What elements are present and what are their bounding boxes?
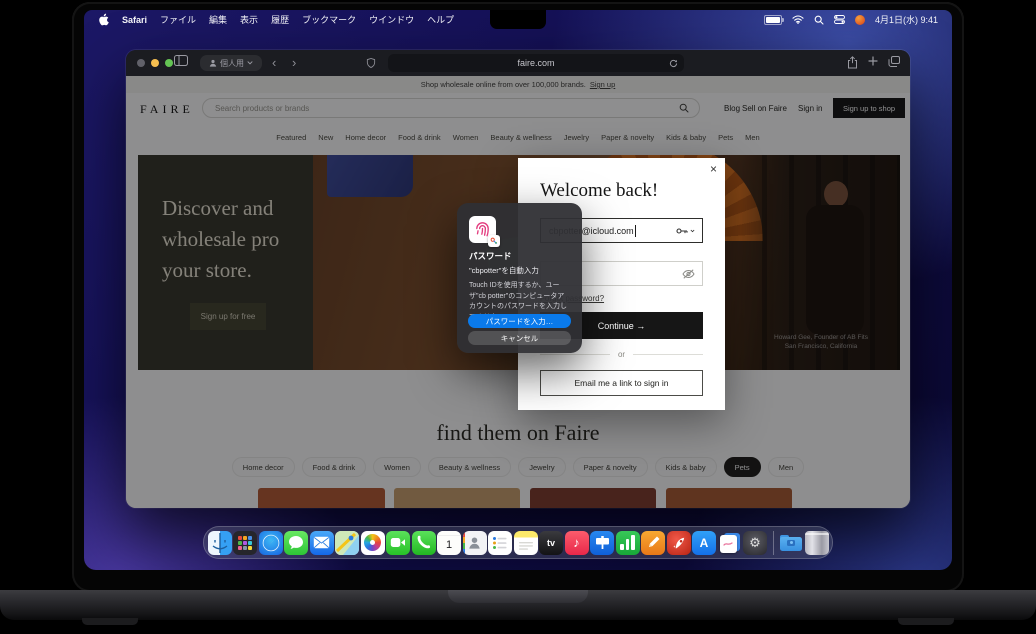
- music-icon[interactable]: ♪: [565, 531, 589, 555]
- person-icon: [209, 59, 217, 67]
- battery-icon[interactable]: [764, 15, 782, 25]
- contacts-icon[interactable]: [463, 531, 487, 555]
- phone-icon[interactable]: [412, 531, 436, 555]
- reload-icon[interactable]: [669, 59, 678, 68]
- touchid-autofill-line: "cbpotter"を自動入力: [469, 265, 539, 276]
- app-store-icon[interactable]: A: [692, 531, 716, 555]
- close-window-button[interactable]: [137, 59, 145, 67]
- menu-edit[interactable]: 編集: [209, 13, 227, 26]
- share-icon[interactable]: [847, 56, 858, 69]
- user-avatar-icon[interactable]: [855, 15, 865, 25]
- safari-toolbar: 個人用 ‹ › faire.com: [126, 50, 910, 77]
- tv-label: tv: [547, 538, 555, 548]
- finder-icon[interactable]: [208, 531, 232, 555]
- address-bar[interactable]: faire.com: [388, 54, 684, 72]
- new-tab-icon[interactable]: [868, 56, 878, 66]
- back-button[interactable]: ‹: [272, 56, 276, 69]
- screenshots-folder-icon[interactable]: [779, 531, 803, 555]
- menu-view[interactable]: 表示: [240, 13, 258, 26]
- minimize-window-button[interactable]: [151, 59, 159, 67]
- text-caret: [635, 225, 636, 237]
- privacy-shield-icon[interactable]: [366, 57, 376, 69]
- menu-file[interactable]: ファイル: [160, 13, 196, 26]
- photos-icon[interactable]: [361, 531, 385, 555]
- profile-switcher[interactable]: 個人用: [200, 55, 262, 71]
- email-link-button[interactable]: Email me a link to sign in: [540, 370, 703, 396]
- menu-help[interactable]: ヘルプ: [427, 13, 454, 26]
- system-settings-icon[interactable]: ⚙: [743, 531, 767, 555]
- reminders-icon[interactable]: [488, 531, 512, 555]
- laptop-foot-left: [82, 618, 138, 625]
- pages-icon[interactable]: [641, 531, 665, 555]
- touchid-title: パスワード: [469, 250, 512, 262]
- facetime-icon[interactable]: [386, 531, 410, 555]
- apple-tv-icon[interactable]: tv: [539, 531, 563, 555]
- desktop: Safari ファイル 編集 表示 履歴 ブックマーク ウインドウ ヘルプ: [84, 10, 952, 570]
- forward-button[interactable]: ›: [292, 56, 296, 69]
- calendar-day: 1: [446, 536, 452, 555]
- laptop-base: [0, 590, 1036, 620]
- cancel-button[interactable]: キャンセル: [468, 331, 571, 345]
- menu-history[interactable]: 履歴: [271, 13, 289, 26]
- lid-open-notch: [448, 590, 588, 603]
- numbers-icon[interactable]: [616, 531, 640, 555]
- modal-title: Welcome back!: [540, 180, 658, 202]
- safari-icon[interactable]: [259, 531, 283, 555]
- menu-clock[interactable]: 4月1日(水) 9:41: [875, 13, 938, 26]
- maps-icon[interactable]: [335, 531, 359, 555]
- touchid-dialog: パスワード "cbpotter"を自動入力 Touch IDを使用するか、ユーザ…: [457, 203, 582, 353]
- apple-menu-icon[interactable]: [98, 13, 109, 26]
- dock: 1 tv ♪: [203, 526, 833, 559]
- show-password-icon[interactable]: [682, 269, 695, 279]
- tab-overview-icon[interactable]: [888, 56, 900, 67]
- touchid-fingerprint-icon: [469, 216, 496, 243]
- url-text: faire.com: [517, 58, 554, 68]
- close-icon[interactable]: ×: [710, 162, 717, 176]
- chevron-down-icon: [247, 61, 253, 65]
- notes-icon[interactable]: [514, 531, 538, 555]
- calendar-icon[interactable]: 1: [437, 531, 461, 555]
- macbook-scene: Safari ファイル 編集 表示 履歴 ブックマーク ウインドウ ヘルプ: [0, 0, 1036, 634]
- menu-window[interactable]: ウインドウ: [369, 13, 414, 26]
- trash-icon[interactable]: [805, 531, 829, 555]
- zoom-window-button[interactable]: [165, 59, 173, 67]
- menu-bookmarks[interactable]: ブックマーク: [302, 13, 356, 26]
- wifi-icon[interactable]: [792, 15, 804, 24]
- laptop-foot-right: [898, 618, 954, 625]
- launchpad-icon[interactable]: [233, 531, 257, 555]
- passwords-app-badge-icon: [488, 235, 500, 247]
- chevron-down-icon: [690, 229, 695, 233]
- enter-password-button[interactable]: パスワードを入力…: [468, 314, 571, 328]
- sidebar-toggle-icon[interactable]: [174, 55, 188, 66]
- control-center-icon[interactable]: [834, 15, 845, 24]
- camera-notch: [490, 10, 546, 29]
- autofill-key-icon[interactable]: [676, 227, 695, 235]
- messages-icon[interactable]: [284, 531, 308, 555]
- profile-label: 個人用: [220, 58, 244, 69]
- keynote-icon[interactable]: [590, 531, 614, 555]
- app-store-a: A: [700, 536, 709, 550]
- freeform-icon[interactable]: [718, 531, 742, 555]
- dock-separator: [773, 531, 774, 555]
- rocket-icon[interactable]: [667, 531, 691, 555]
- spotlight-icon[interactable]: [814, 15, 824, 25]
- menu-app-name[interactable]: Safari: [122, 15, 147, 25]
- mail-icon[interactable]: [310, 531, 334, 555]
- gear-glyph: ⚙: [749, 535, 761, 551]
- music-note-glyph: ♪: [573, 535, 580, 550]
